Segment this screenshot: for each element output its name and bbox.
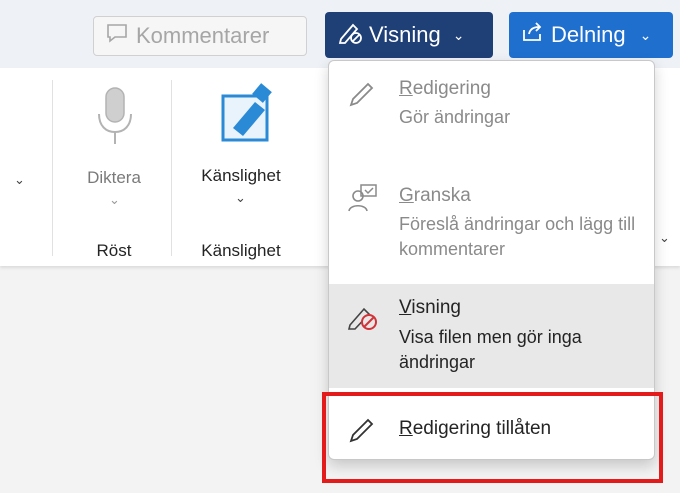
menu-item-title: Redigering <box>399 78 491 99</box>
sensitivity-label-icon <box>219 82 277 149</box>
menu-item-description: Gör ändringar <box>399 107 511 127</box>
pencil-prohibited-icon <box>347 300 379 337</box>
menu-item-description: Föreslå ändringar och lägg till kommenta… <box>399 214 636 259</box>
ribbon-separator <box>52 80 53 256</box>
chevron-down-icon[interactable]: ⌄ <box>659 230 670 246</box>
menu-item-description: Visa filen men gör inga ändringar <box>399 327 582 372</box>
dictate-button[interactable]: Diktera ⌄ <box>62 78 166 208</box>
dictate-label: Diktera <box>87 168 141 187</box>
chevron-down-icon: ⌄ <box>639 26 652 43</box>
menu-item-review[interactable]: Granska Föreslå ändringar och lägg till … <box>329 169 654 281</box>
menu-item-title: Visning <box>399 297 461 318</box>
share-icon <box>521 21 543 49</box>
share-label: Delning <box>551 22 626 47</box>
highlight-box <box>322 392 663 483</box>
comments-button[interactable]: Kommentarer <box>93 16 307 56</box>
view-mode-button[interactable]: Visning ⌄ <box>325 12 493 58</box>
pencil-icon <box>347 79 377 114</box>
voice-group-label: Röst <box>96 241 132 260</box>
view-mode-label: Visning <box>369 22 441 47</box>
sensitivity-button[interactable]: Känslighet ⌄ <box>175 78 307 208</box>
menu-item-viewing[interactable]: Visning Visa filen men gör inga ändringa… <box>329 284 654 388</box>
sensitivity-group-label: Känslighet <box>201 241 281 260</box>
chevron-down-icon: ⌄ <box>109 192 120 207</box>
chevron-down-icon: ⌄ <box>235 190 246 205</box>
chevron-down-icon: ⌄ <box>452 26 465 43</box>
comments-label: Kommentarer <box>136 23 270 48</box>
ribbon-separator <box>171 80 172 256</box>
chevron-down-icon[interactable]: ⌄ <box>14 172 25 188</box>
menu-item-title: Granska <box>399 185 471 206</box>
sensitivity-button-label: Känslighet <box>201 166 281 185</box>
share-button[interactable]: Delning ⌄ <box>509 12 673 58</box>
menu-item-editing[interactable]: Redigering Gör ändringar <box>329 73 654 163</box>
microphone-icon <box>94 86 136 151</box>
review-person-icon <box>347 183 379 220</box>
pencil-prohibited-icon <box>337 19 363 51</box>
comment-icon <box>106 23 128 49</box>
